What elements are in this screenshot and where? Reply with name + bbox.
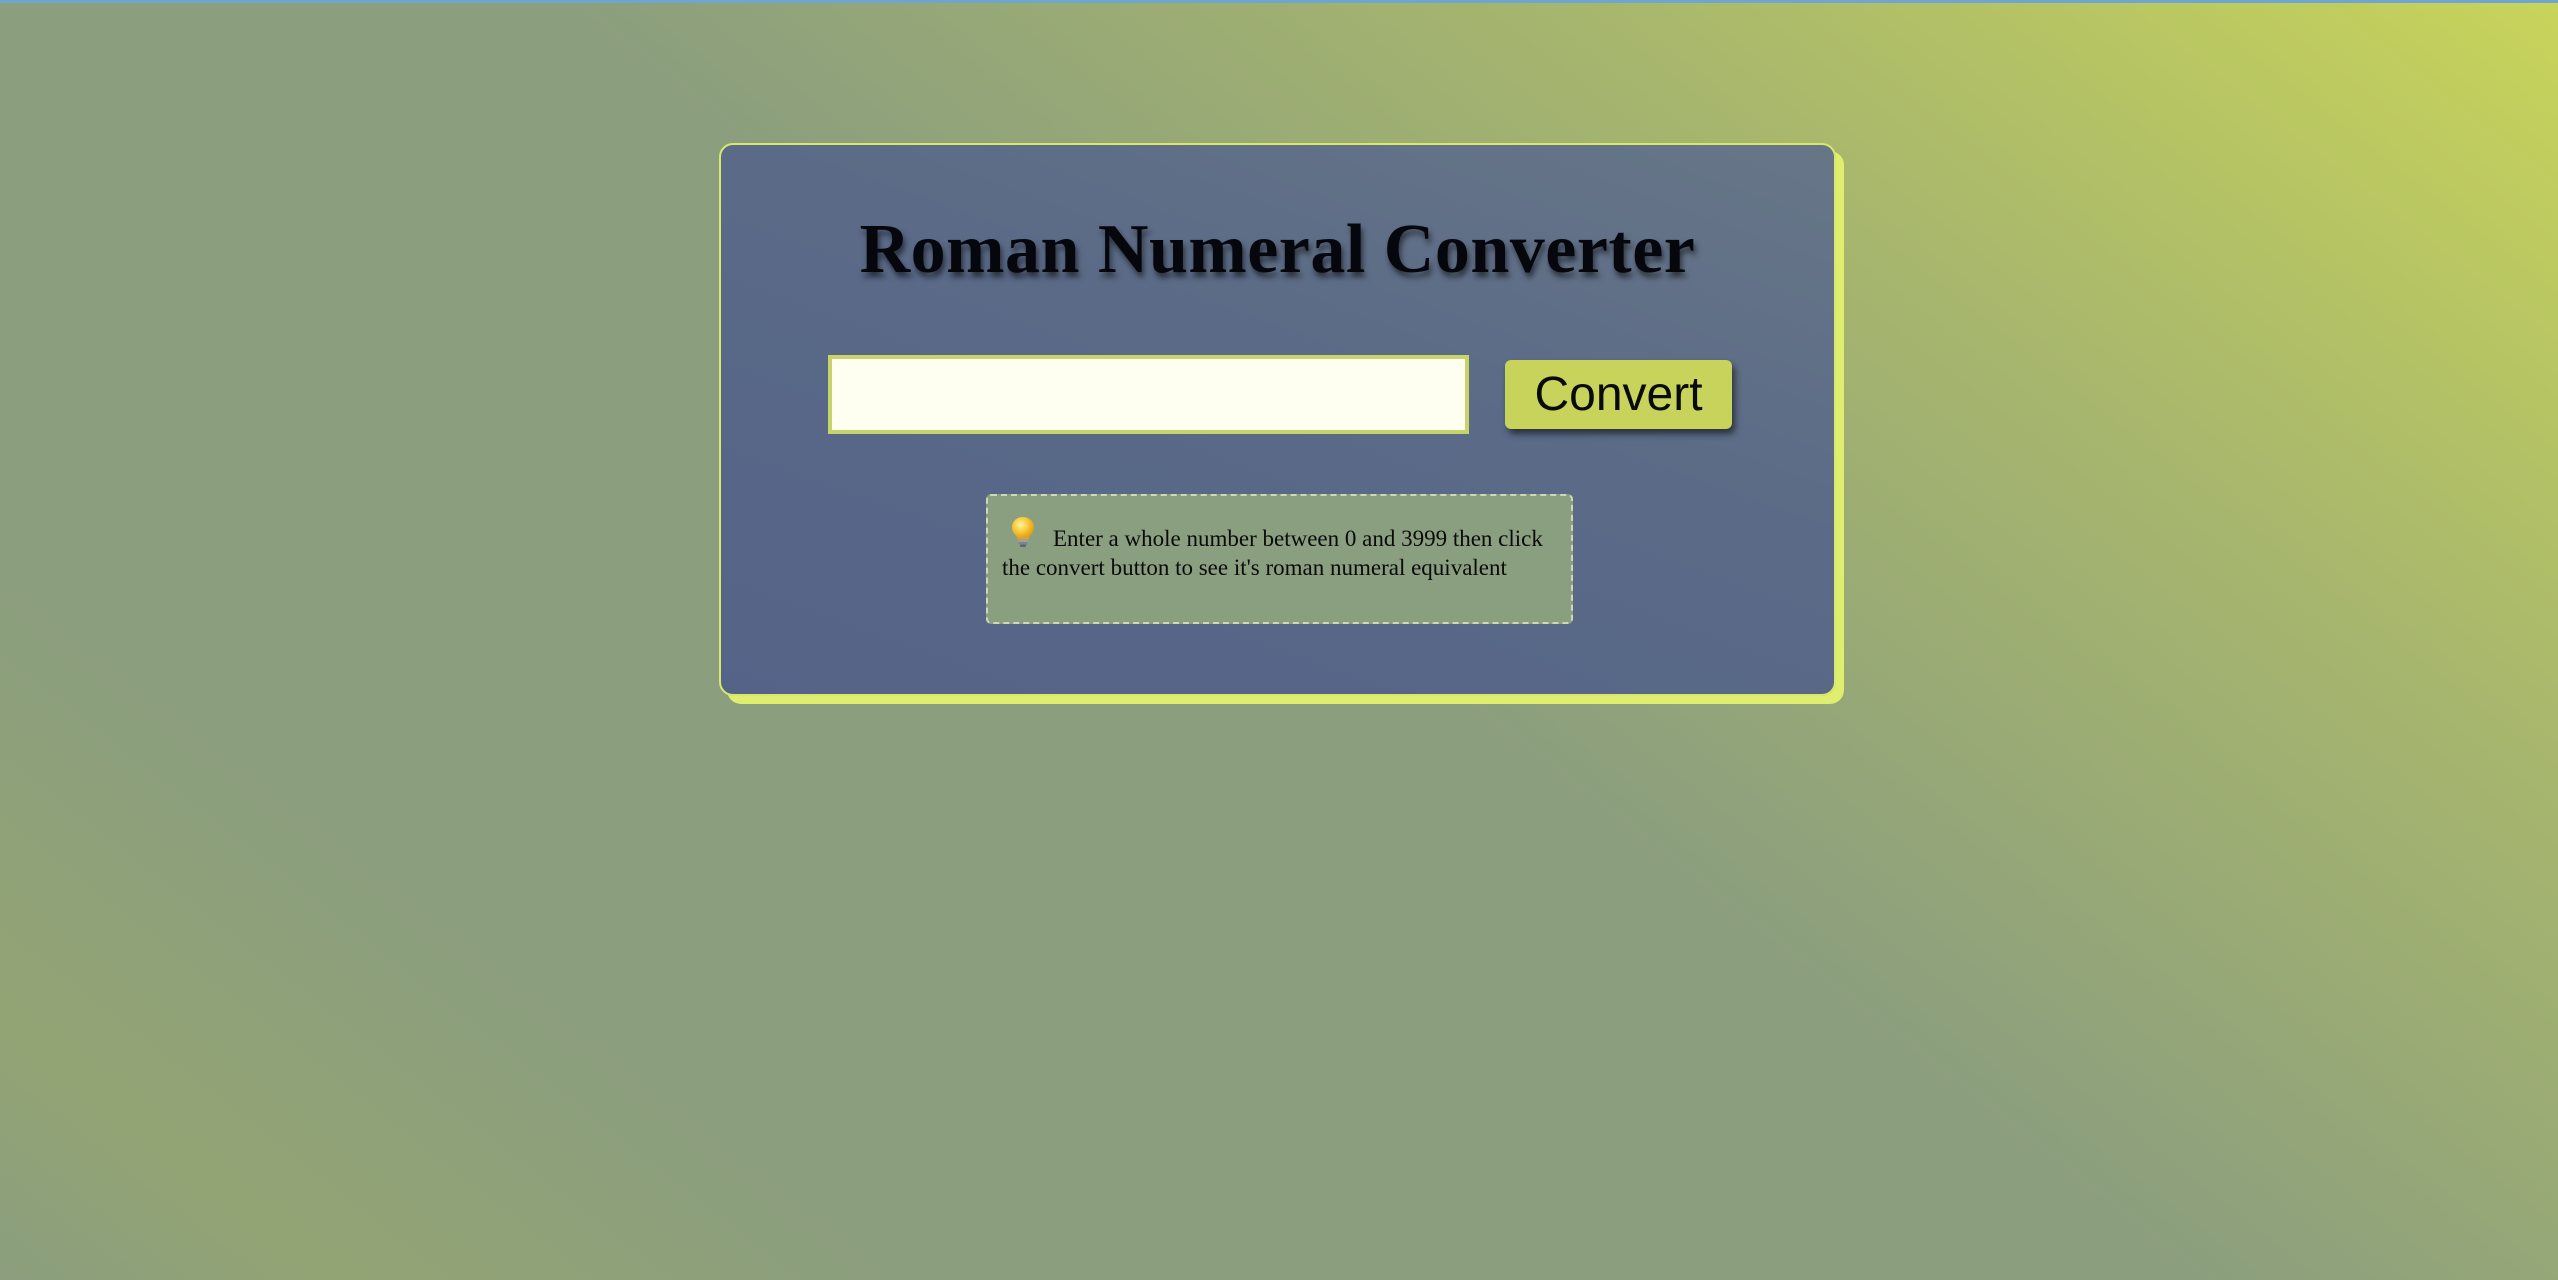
hint-box: Enter a whole number between 0 and 3999 … — [986, 494, 1573, 624]
hint-text: Enter a whole number between 0 and 3999 … — [1002, 526, 1543, 580]
number-input[interactable] — [828, 355, 1469, 434]
top-edge-line — [0, 0, 2558, 3]
lightbulb-icon — [1011, 516, 1035, 548]
page-title: Roman Numeral Converter — [859, 211, 1696, 288]
convert-button[interactable]: Convert — [1505, 360, 1732, 429]
converter-card: Roman Numeral Converter Convert Enter a … — [719, 143, 1836, 696]
